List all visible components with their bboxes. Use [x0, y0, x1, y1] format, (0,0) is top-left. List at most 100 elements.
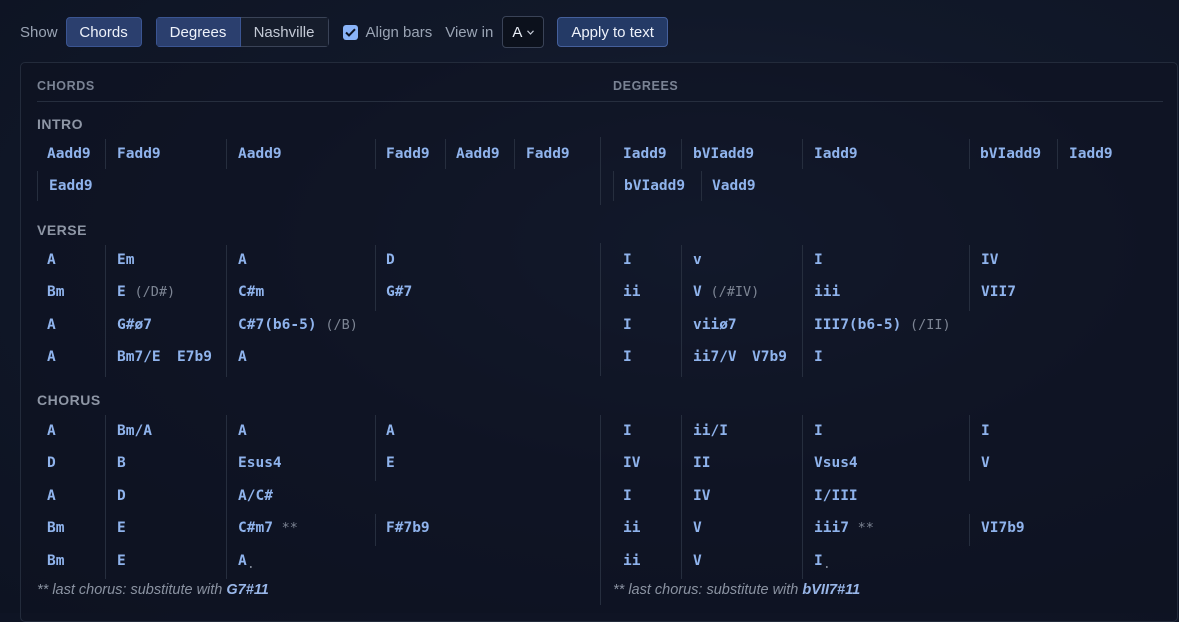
bar-line	[445, 139, 446, 169]
bass-annotation: (/#IV)	[710, 284, 760, 300]
section-intro-label: INTRO	[37, 116, 84, 132]
chord: Bm7/E	[117, 349, 161, 365]
toolbar: Show Chords Degrees Nashville Align bars…	[20, 16, 668, 48]
degree: I.	[814, 553, 831, 572]
bar-line	[1057, 139, 1058, 169]
column-separator	[600, 415, 601, 605]
view-in-key-select[interactable]: A	[502, 16, 545, 48]
bar-line	[375, 245, 376, 311]
bar-line	[701, 171, 702, 201]
chord-name: A	[238, 553, 247, 569]
chord: Bm	[47, 553, 65, 569]
chord: E	[117, 520, 126, 536]
chord: Bm/A	[117, 423, 152, 439]
bar-line	[802, 245, 803, 377]
bar-line	[105, 245, 106, 377]
degree: ii	[623, 553, 641, 569]
chords-column-header: CHORDS	[37, 79, 95, 93]
bar-line	[375, 514, 376, 546]
degree: IV	[693, 488, 711, 504]
chord-name: E	[117, 284, 126, 300]
chord: C#7(b6-5) (/B)	[238, 317, 358, 333]
degree: ii/I	[693, 423, 728, 439]
bar-line	[105, 139, 106, 169]
chord: G#ø7	[117, 317, 152, 333]
bar-line	[105, 415, 106, 579]
checkmark-icon	[344, 28, 356, 37]
chord: Em	[117, 252, 135, 268]
bar-line	[969, 514, 970, 546]
chord: Eadd9	[49, 178, 93, 194]
bar-line	[37, 171, 38, 201]
chord: A	[47, 252, 56, 268]
bar-line	[802, 139, 803, 169]
apply-to-text-button[interactable]: Apply to text	[557, 17, 668, 47]
chord: Aadd9	[238, 146, 282, 162]
degree: I	[623, 349, 632, 365]
footnote-mark: **	[857, 520, 874, 536]
bass-annotation: (/B)	[325, 317, 358, 333]
chord: A	[238, 349, 247, 365]
show-label: Show	[20, 23, 58, 41]
degrees-column-header: DEGREES	[613, 79, 679, 93]
align-bars-checkbox[interactable]	[342, 24, 358, 40]
degree: Vadd9	[712, 178, 756, 194]
degree: ii	[623, 520, 641, 536]
degree: Vsus4	[814, 455, 858, 471]
degree: ii7/V	[693, 349, 737, 365]
bar-line	[681, 139, 682, 169]
degrees-button[interactable]: Degrees	[155, 17, 241, 47]
footnote-mark: .	[822, 556, 831, 572]
degree: V	[693, 520, 702, 536]
degree: bVIadd9	[624, 178, 686, 194]
chord: Aadd9	[456, 146, 500, 162]
chord: Aadd9	[47, 146, 91, 162]
chord: A	[238, 252, 247, 268]
bar-line	[613, 171, 614, 201]
footnote-mark: .	[246, 556, 255, 572]
bar-line	[375, 415, 376, 481]
chord: A.	[238, 553, 255, 572]
degree-name: V	[693, 284, 702, 300]
align-bars-option[interactable]: Align bars	[342, 23, 433, 41]
view-in-key-value: A	[512, 23, 523, 41]
chord: Fadd9	[117, 146, 161, 162]
degree: Iadd9	[1069, 146, 1113, 162]
notation-segmented-control: Degrees Nashville	[155, 17, 329, 47]
chord: C#m	[238, 284, 265, 300]
degree: Iadd9	[623, 146, 667, 162]
degree: iii7 **	[814, 520, 874, 536]
bass-annotation: (/II)	[910, 317, 951, 333]
bar-line	[969, 415, 970, 481]
bar-line	[681, 415, 682, 579]
degrees-footnote: ** last chorus: substitute with bVII7#11	[613, 582, 860, 598]
degree: I	[814, 252, 823, 268]
align-bars-label: Align bars	[365, 23, 433, 41]
view-in-label: View in	[445, 23, 494, 41]
bass-annotation: (/D#)	[134, 284, 176, 300]
chord: Fadd9	[526, 146, 570, 162]
degree: V	[693, 553, 702, 569]
bar-line	[375, 139, 376, 169]
chart-panel: CHORDS DEGREES INTRO Aadd9 Fadd9 Aadd9 F…	[20, 62, 1178, 622]
chord: A/C#	[238, 488, 273, 504]
degree: I	[623, 423, 632, 439]
chord: E	[117, 553, 126, 569]
chords-toggle-button[interactable]: Chords	[65, 17, 142, 47]
bar-line	[226, 139, 227, 169]
degree-name: iii7	[814, 520, 849, 536]
degree: I	[981, 423, 990, 439]
degree: I	[814, 423, 823, 439]
degree: bVIadd9	[980, 146, 1042, 162]
degree: IV	[623, 455, 641, 471]
chevron-down-icon	[527, 29, 535, 35]
column-separator	[600, 137, 601, 205]
chord: G#7	[386, 284, 413, 300]
footnote-chord: G7#11	[226, 582, 269, 598]
footnote-chord: bVII7#11	[802, 582, 861, 598]
nashville-button[interactable]: Nashville	[240, 17, 329, 47]
chord-name: C#m7	[238, 520, 273, 536]
footnote-text: ** last chorus: substitute with	[37, 582, 227, 598]
footnote-text: ** last chorus: substitute with	[613, 582, 803, 598]
chord: B	[117, 455, 126, 471]
